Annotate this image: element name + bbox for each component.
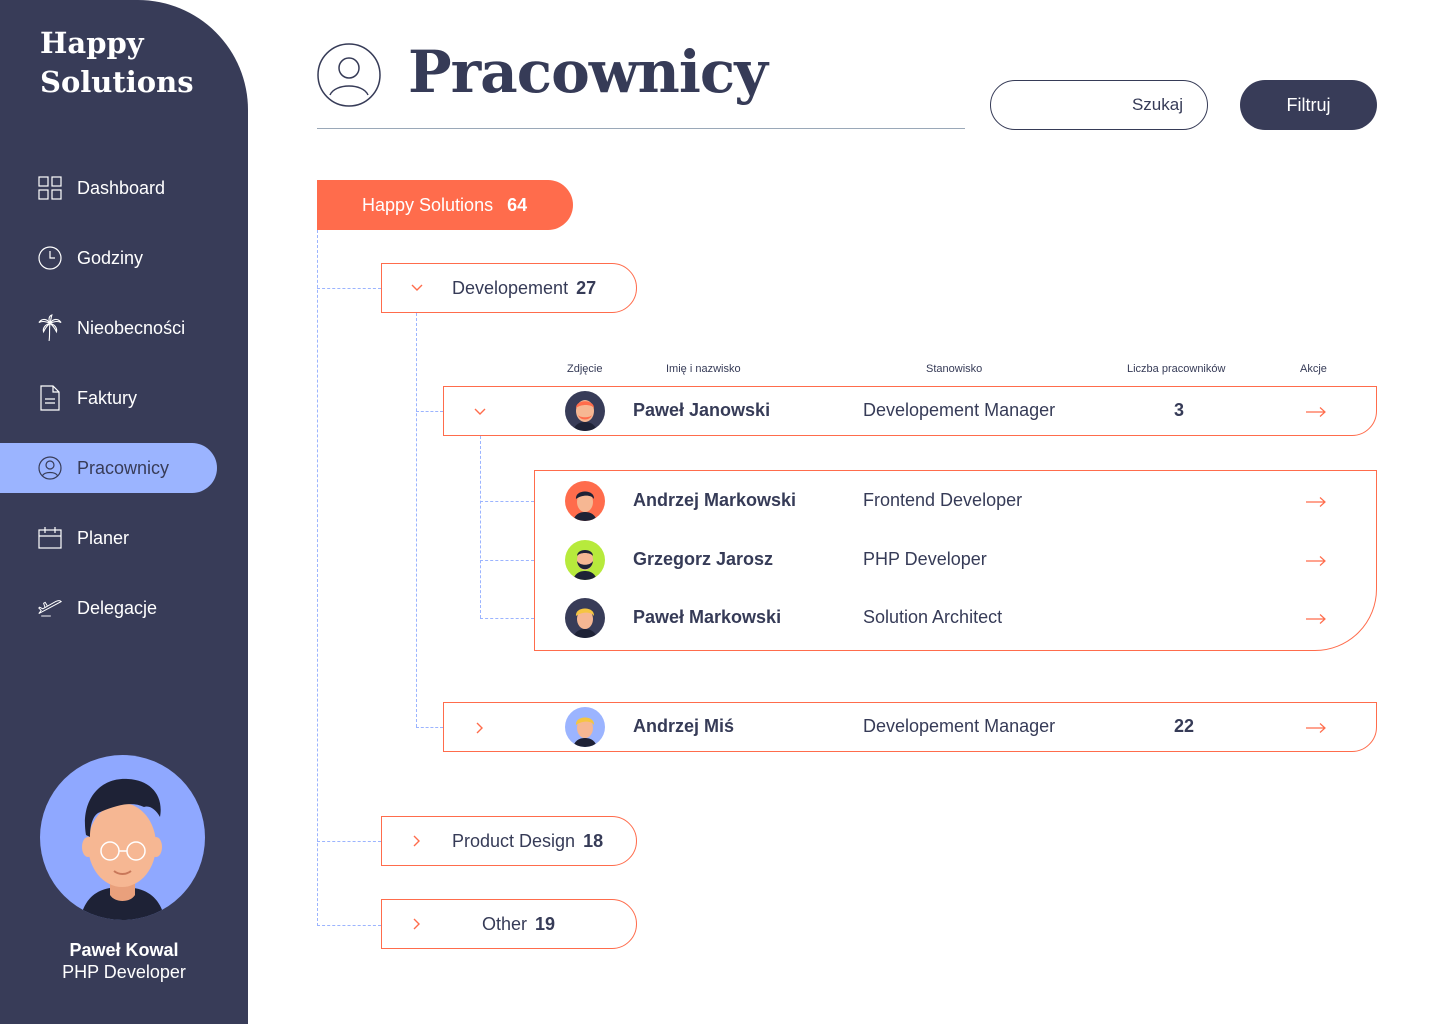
department-count: 19 [535,913,556,934]
brand-line-1: Happy [40,26,144,60]
employee-count: 3 [1174,400,1185,420]
department-count: 27 [576,277,597,298]
arrow-right-icon[interactable] [1305,554,1327,566]
sidebar-item-label: Dashboard [77,177,166,198]
palm-tree-icon [38,314,62,342]
header-divider [317,128,965,129]
arrow-right-icon[interactable] [1305,405,1327,417]
brand-logo[interactable]: Happy Solutions [40,24,194,102]
avatar [565,391,605,431]
user-circle-icon [38,456,62,480]
employee-position: Frontend Developer [863,490,1023,510]
chevron-right-icon[interactable] [382,917,452,931]
sidebar-item-dashboard[interactable]: Dashboard [0,163,217,213]
column-header-position: Stanowisko [926,363,983,375]
document-icon [38,385,62,411]
arrow-right-icon[interactable] [1305,721,1327,733]
avatar [565,540,605,580]
employee-count: 22 [1174,716,1195,736]
company-node[interactable]: Happy Solutions 64 [317,180,573,230]
grid-icon [38,176,62,200]
employee-name[interactable]: Paweł Markowski [633,607,781,628]
employee-name[interactable]: Grzegorz Jarosz [633,549,773,570]
tree-connector [416,727,443,728]
arrow-right-icon[interactable] [1305,612,1327,624]
profile-role: PHP Developer [62,962,186,982]
sidebar-item-label: Planer [77,527,130,548]
search-input[interactable]: Szukaj [990,80,1208,130]
profile-name: Paweł Kowal [69,940,179,960]
chevron-down-icon[interactable] [473,405,487,419]
company-count: 64 [507,194,528,215]
column-header-photo: Zdjęcie [567,363,603,375]
chevron-down-icon[interactable] [382,281,452,295]
column-header-actions: Akcje [1300,363,1327,375]
sidebar-item-faktury[interactable]: Faktury [0,373,217,423]
calendar-icon [38,526,62,550]
tree-connector [480,501,534,502]
employee-position: Developement Manager [863,400,1056,420]
tree-connector [317,230,318,926]
sidebar-item-godziny[interactable]: Godziny [0,233,217,283]
department-developement[interactable]: Developement 27 [381,263,637,313]
sidebar-item-pracownicy[interactable]: Pracownicy [0,443,217,493]
department-name: Other [482,913,528,934]
sidebar: Happy Solutions Dashboard Godziny Nieobe… [0,0,248,1024]
employee-position: Solution Architect [863,607,1003,627]
tree-connector [416,411,443,412]
sidebar-item-nieobecnosci[interactable]: Nieobecności [0,303,217,353]
department-name: Developement [452,277,569,298]
avatar [565,598,605,638]
column-header-count: Liczba pracowników [1127,363,1226,375]
sidebar-item-label: Godziny [77,247,144,268]
tree-connector [317,925,381,926]
airplane-icon [38,596,62,620]
arrow-right-icon[interactable] [1305,495,1327,507]
profile-avatar[interactable] [40,755,205,920]
department-product-design[interactable]: Product Design 18 [381,816,637,866]
user-circle-icon [317,43,381,107]
column-header-name: Imię i nazwisko [666,363,741,375]
sidebar-item-label: Nieobecności [77,317,186,338]
chevron-right-icon[interactable] [382,834,452,848]
company-name: Happy Solutions [362,194,494,215]
clock-icon [38,246,62,270]
employee-position: Developement Manager [863,716,1056,736]
tree-connector [480,618,534,619]
sidebar-item-label: Delegacje [77,597,158,618]
employee-name[interactable]: Andrzej Miś [633,716,734,737]
tree-connector [317,841,381,842]
tree-connector [480,560,534,561]
employee-name[interactable]: Andrzej Markowski [633,490,796,511]
sidebar-item-label: Faktury [77,387,138,408]
tree-connector [416,313,417,727]
sidebar-item-planer[interactable]: Planer [0,513,217,563]
tree-connector [317,288,381,289]
avatar [565,481,605,521]
sidebar-item-label: Pracownicy [77,457,170,478]
department-name: Product Design [452,830,576,851]
department-other[interactable]: Other 19 [381,899,637,949]
sidebar-item-delegacje[interactable]: Delegacje [0,583,217,633]
page-title: Pracownicy [408,38,768,106]
employee-name[interactable]: Paweł Janowski [633,400,770,421]
chevron-right-icon[interactable] [473,721,487,735]
employee-position: PHP Developer [863,549,987,569]
filter-button[interactable]: Filtruj [1240,80,1377,130]
department-count: 18 [583,830,604,851]
avatar [565,707,605,747]
brand-line-2: Solutions [40,65,194,99]
tree-connector [480,436,481,618]
